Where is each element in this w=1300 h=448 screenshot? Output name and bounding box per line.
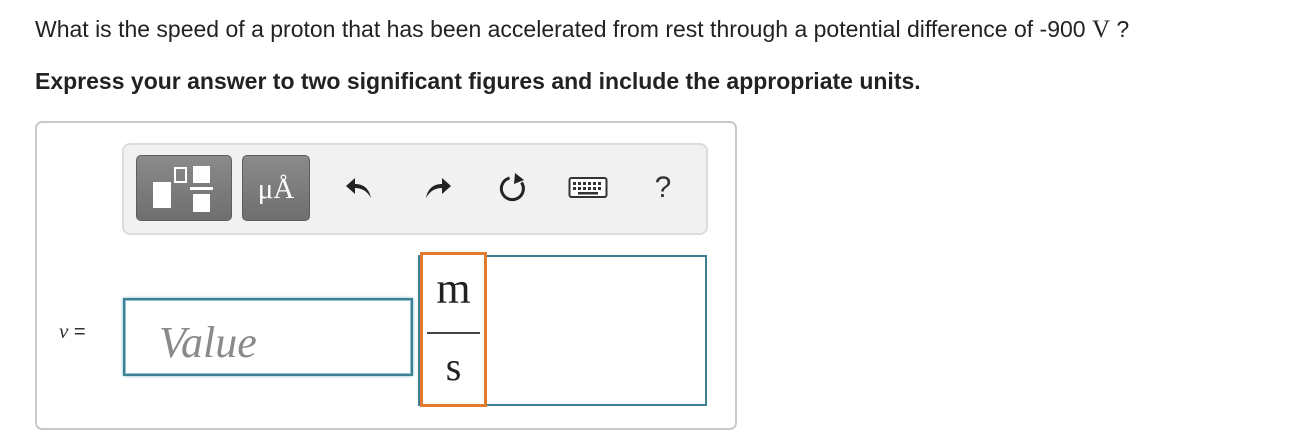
keyboard-button[interactable] (560, 159, 616, 217)
fraction-bar (427, 332, 480, 334)
reset-button[interactable] (485, 159, 541, 217)
question-text: What is the speed of a proton that has b… (35, 16, 1129, 44)
help-button[interactable]: ? (635, 159, 691, 217)
unit-denominator: s (445, 344, 462, 389)
question-text-main: What is the speed of a proton that has b… (35, 16, 1092, 42)
math-toolbar: μÅ ? (122, 143, 708, 235)
undo-button[interactable] (331, 159, 387, 217)
unit-fraction[interactable]: m s (420, 252, 487, 407)
units-button[interactable]: μÅ (242, 155, 310, 221)
equals-sign: = (73, 321, 86, 343)
keyboard-icon (568, 177, 608, 198)
question-text-end: ? (1110, 16, 1130, 42)
variable-symbol: v (59, 319, 69, 343)
answer-panel: μÅ ? v = Value m s (35, 121, 737, 430)
undo-icon (346, 178, 371, 198)
variable-label: v = (59, 319, 86, 344)
value-input[interactable] (123, 298, 413, 376)
question-unit: V (1091, 16, 1111, 43)
templates-button[interactable] (136, 155, 232, 221)
reset-icon (499, 173, 525, 202)
redo-button[interactable] (410, 159, 466, 217)
redo-icon (426, 178, 451, 198)
templates-icon (153, 166, 213, 212)
answer-instruction: Express your answer to two significant f… (35, 68, 921, 94)
unit-numerator: m (436, 264, 471, 313)
